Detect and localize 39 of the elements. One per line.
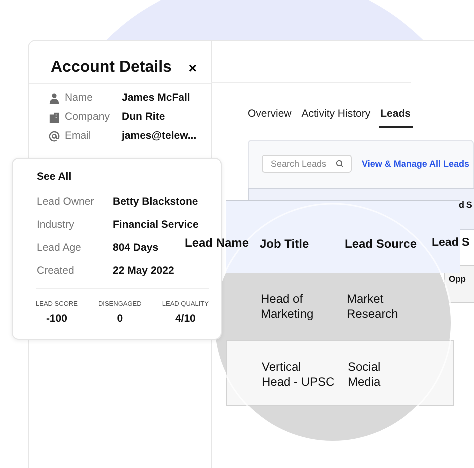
field-label: Email (65, 130, 92, 142)
stat-value: 4/10 (175, 313, 196, 325)
building-icon (49, 112, 60, 122)
at-sign-icon (49, 130, 60, 142)
field-value: james@telew... (122, 130, 197, 142)
close-button[interactable]: × (188, 60, 197, 76)
tab[interactable]: Overview (246, 106, 294, 128)
person-icon (49, 92, 60, 104)
stat-value: 0 (117, 313, 124, 325)
search-field[interactable]: Search Leads (262, 155, 352, 173)
field-value: James McFall (122, 92, 190, 104)
field-label: Company (65, 111, 111, 123)
table-cell: Head of Marketing (261, 292, 314, 322)
column-header: Lead Source (345, 237, 418, 251)
column-header: Lead S (432, 237, 470, 249)
table-cell: Vertical Head - UPSC (262, 360, 335, 390)
see-all-link[interactable]: See All (37, 171, 72, 183)
table-row[interactable]: Vertical Head - UPSC Social Media (226, 340, 454, 406)
table-cell: Social Media (348, 360, 381, 390)
field-label: Created (37, 264, 76, 276)
field-label: Lead Age (37, 242, 82, 254)
field-value: Dun Rite (122, 111, 166, 123)
table-cell: Market Research (347, 292, 398, 322)
field-label: Industry (37, 218, 76, 230)
field-value: Financial Service (113, 218, 199, 230)
view-all-leads-link[interactable]: View & Manage All Leads (362, 159, 470, 169)
field-label: Lead Owner (37, 196, 96, 208)
field-value: 804 Days (113, 242, 159, 254)
column-header: Lead Name (185, 236, 250, 250)
field-label: Name (65, 92, 94, 104)
panel-title: Account Details (51, 59, 172, 77)
column-header: Job Title (260, 237, 310, 251)
field-value: Betty Blackstone (113, 196, 198, 208)
field-value: 22 May 2022 (113, 264, 174, 276)
tab[interactable]: Leads (378, 106, 413, 128)
column-header: d S (459, 200, 472, 210)
tab[interactable]: Activity History (300, 106, 373, 128)
search-icon (336, 160, 344, 168)
stat-value: -100 (46, 313, 68, 325)
